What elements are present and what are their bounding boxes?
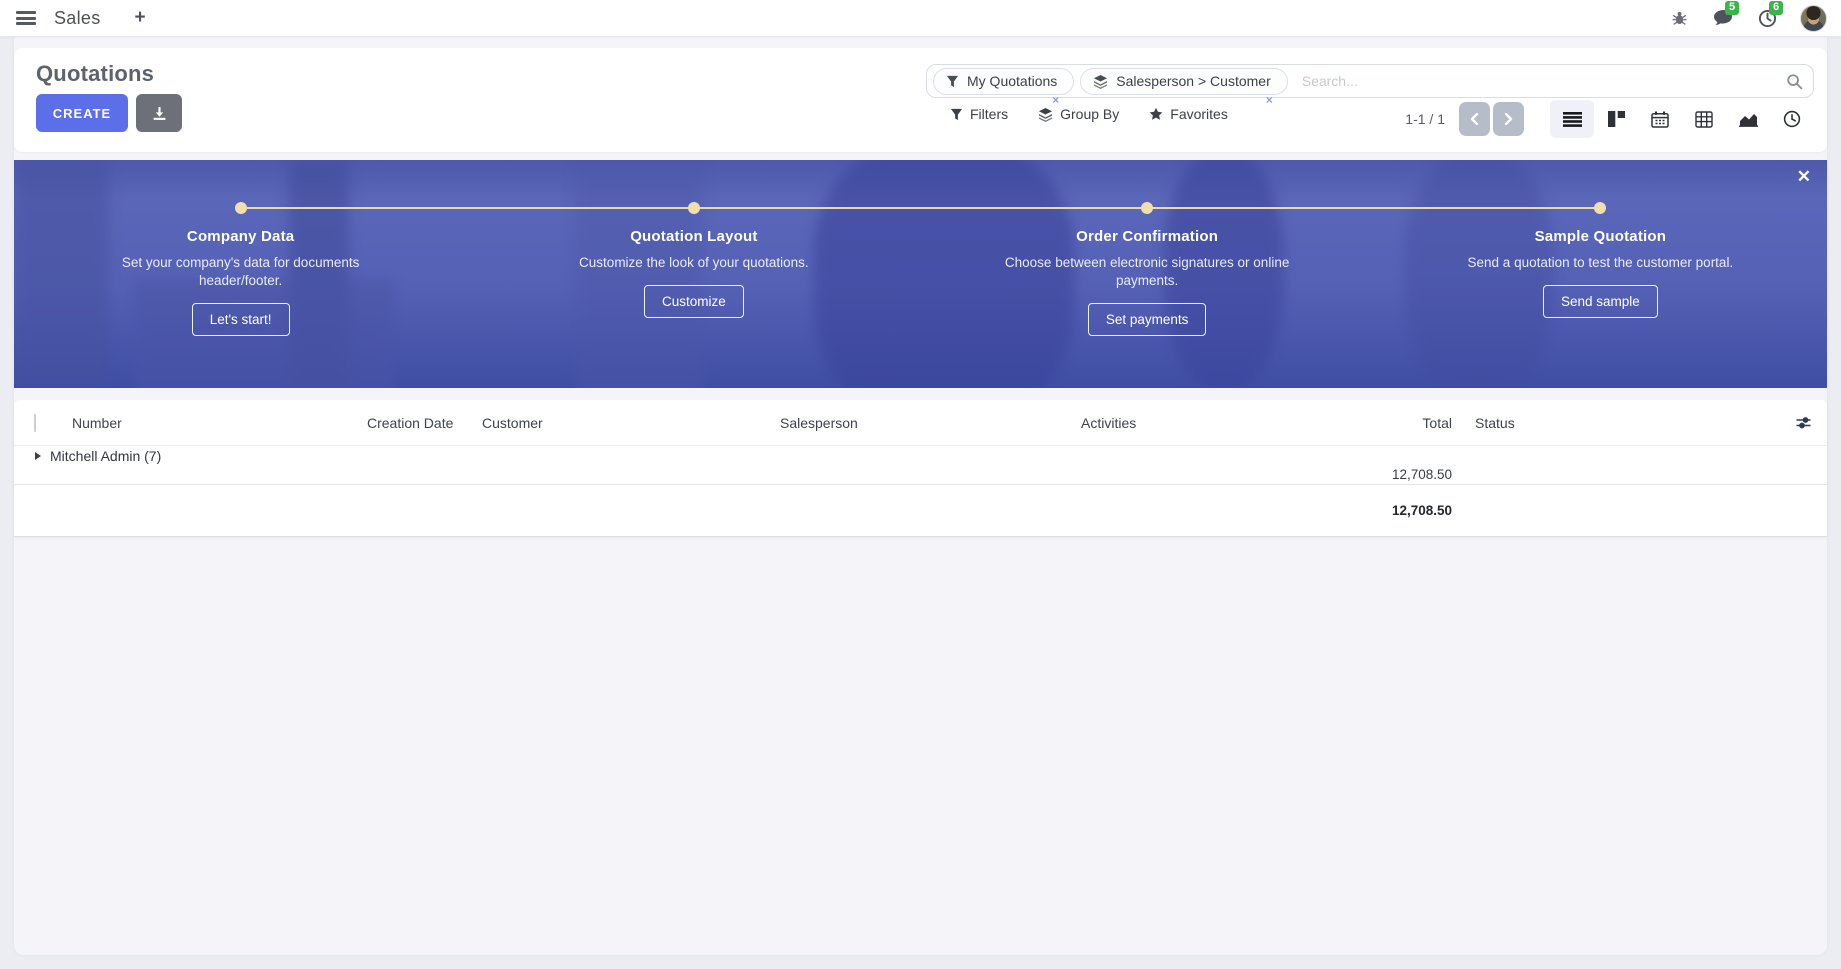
- step-description: Set your company's data for documents he…: [14, 254, 467, 290]
- control-panel: Quotations CREATE My Quotations ×: [14, 48, 1827, 152]
- select-all-checkbox[interactable]: [34, 414, 36, 432]
- apps-menu-icon[interactable]: [16, 11, 36, 25]
- view-pivot-button[interactable]: [1682, 100, 1726, 138]
- filter-icon: [946, 75, 959, 88]
- column-header-status[interactable]: Status: [1452, 415, 1779, 431]
- quotations-list: Number Creation Date Customer Salesperso…: [14, 400, 1827, 537]
- step-title: Sample Quotation: [1374, 228, 1827, 245]
- download-icon: [152, 106, 167, 121]
- facet-label: My Quotations: [967, 73, 1057, 89]
- group-total: 12,708.50: [1331, 467, 1452, 482]
- table-header-row: Number Creation Date Customer Salesperso…: [14, 400, 1827, 445]
- bug-icon[interactable]: [1668, 7, 1690, 29]
- step-description: Customize the look of your quotations.: [467, 254, 920, 272]
- onboarding-step-quotation-layout: Quotation Layout Customize the look of y…: [467, 160, 920, 388]
- step-dot: [235, 202, 247, 214]
- column-header-total[interactable]: Total: [1331, 415, 1452, 431]
- user-avatar[interactable]: [1800, 5, 1827, 32]
- step-title: Company Data: [14, 228, 467, 245]
- view-graph-button[interactable]: [1726, 100, 1770, 138]
- messages-icon[interactable]: 5: [1712, 7, 1734, 29]
- messages-badge: 5: [1725, 1, 1739, 15]
- create-button[interactable]: CREATE: [36, 94, 128, 132]
- view-calendar-button[interactable]: [1638, 100, 1682, 138]
- pager-next-button[interactable]: [1493, 102, 1524, 136]
- kanban-view-icon: [1608, 111, 1625, 127]
- step-dot: [1141, 202, 1153, 214]
- activities-badge: 6: [1769, 1, 1783, 15]
- app-name[interactable]: Sales: [54, 8, 101, 29]
- layers-icon: [1038, 107, 1053, 122]
- chevron-right-icon: [1504, 113, 1513, 125]
- send-sample-button[interactable]: Send sample: [1543, 285, 1658, 318]
- onboarding-step-company-data: Company Data Set your company's data for…: [14, 160, 467, 388]
- group-by-menu-button[interactable]: Group By: [1038, 106, 1119, 122]
- filter-icon: [950, 108, 963, 121]
- favorites-label: Favorites: [1170, 106, 1228, 122]
- view-activity-button[interactable]: [1770, 100, 1814, 138]
- column-header-number[interactable]: Number: [72, 415, 367, 431]
- layers-icon: [1093, 74, 1108, 89]
- search-bar[interactable]: My Quotations × Salesperson > Customer ×…: [926, 64, 1814, 98]
- calendar-view-icon: [1651, 111, 1669, 128]
- column-header-activities[interactable]: Activities: [1081, 415, 1331, 431]
- step-title: Quotation Layout: [467, 228, 920, 245]
- chevron-left-icon: [1470, 113, 1479, 125]
- facet-label: Salesperson > Customer: [1116, 73, 1270, 89]
- step-description: Send a quotation to test the customer po…: [1374, 254, 1827, 272]
- view-kanban-button[interactable]: [1594, 100, 1638, 138]
- view-switcher: [1550, 100, 1814, 138]
- facet-my-quotations[interactable]: My Quotations ×: [933, 68, 1074, 95]
- plus-icon[interactable]: +: [135, 7, 146, 29]
- activities-clock-icon[interactable]: 6: [1756, 7, 1778, 29]
- step-dot: [688, 202, 700, 214]
- page-title: Quotations: [36, 61, 154, 87]
- set-payments-button[interactable]: Set payments: [1088, 303, 1207, 336]
- filters-menu-button[interactable]: Filters: [950, 106, 1008, 122]
- view-list-button[interactable]: [1550, 100, 1594, 138]
- facet-remove-icon[interactable]: ×: [1052, 93, 1059, 107]
- column-header-creation-date[interactable]: Creation Date: [367, 415, 482, 431]
- onboarding-banner: ✕ Company Data Set your company's data f…: [14, 160, 1827, 388]
- search-icon[interactable]: [1786, 73, 1803, 90]
- step-title: Order Confirmation: [921, 228, 1374, 245]
- onboarding-step-sample-quotation: Sample Quotation Send a quotation to tes…: [1374, 160, 1827, 388]
- search-options-row: Filters Group By Favorites: [950, 106, 1228, 122]
- optional-columns-icon[interactable]: [1779, 416, 1827, 430]
- lets-start-button[interactable]: Let's start!: [192, 303, 290, 336]
- expand-caret-icon[interactable]: [35, 452, 41, 460]
- graph-view-icon: [1739, 112, 1758, 127]
- pager-and-views: 1-1 / 1: [1405, 100, 1814, 138]
- group-by-label: Group By: [1060, 106, 1119, 122]
- group-label: Mitchell Admin (7): [50, 448, 161, 464]
- facet-groupby-salesperson-customer[interactable]: Salesperson > Customer ×: [1080, 68, 1287, 95]
- column-header-customer[interactable]: Customer: [482, 415, 780, 431]
- onboarding-step-order-confirmation: Order Confirmation Choose between electr…: [921, 160, 1374, 388]
- pivot-view-icon: [1695, 111, 1713, 128]
- favorites-menu-button[interactable]: Favorites: [1149, 106, 1228, 122]
- search-input[interactable]: Search...: [1302, 73, 1786, 89]
- export-button[interactable]: [136, 94, 182, 132]
- step-description: Choose between electronic signatures or …: [921, 254, 1374, 290]
- group-row-mitchell-admin[interactable]: Mitchell Admin (7) 12,708.50: [14, 445, 1827, 485]
- pager-previous-button[interactable]: [1459, 102, 1490, 136]
- top-navbar: Sales + 5 6: [0, 0, 1841, 37]
- filters-label: Filters: [970, 106, 1008, 122]
- step-dot: [1594, 202, 1606, 214]
- list-view-icon: [1563, 112, 1582, 127]
- action-sheet: Quotations CREATE My Quotations ×: [14, 37, 1827, 955]
- star-icon: [1149, 107, 1163, 121]
- table-footer-row: 12,708.50: [14, 485, 1827, 537]
- customize-button[interactable]: Customize: [644, 285, 744, 318]
- facet-remove-icon[interactable]: ×: [1266, 93, 1273, 107]
- footer-total: 12,708.50: [1331, 503, 1452, 518]
- pager-value: 1-1 / 1: [1405, 111, 1445, 127]
- column-header-salesperson[interactable]: Salesperson: [780, 415, 1081, 431]
- activity-view-icon: [1783, 110, 1801, 128]
